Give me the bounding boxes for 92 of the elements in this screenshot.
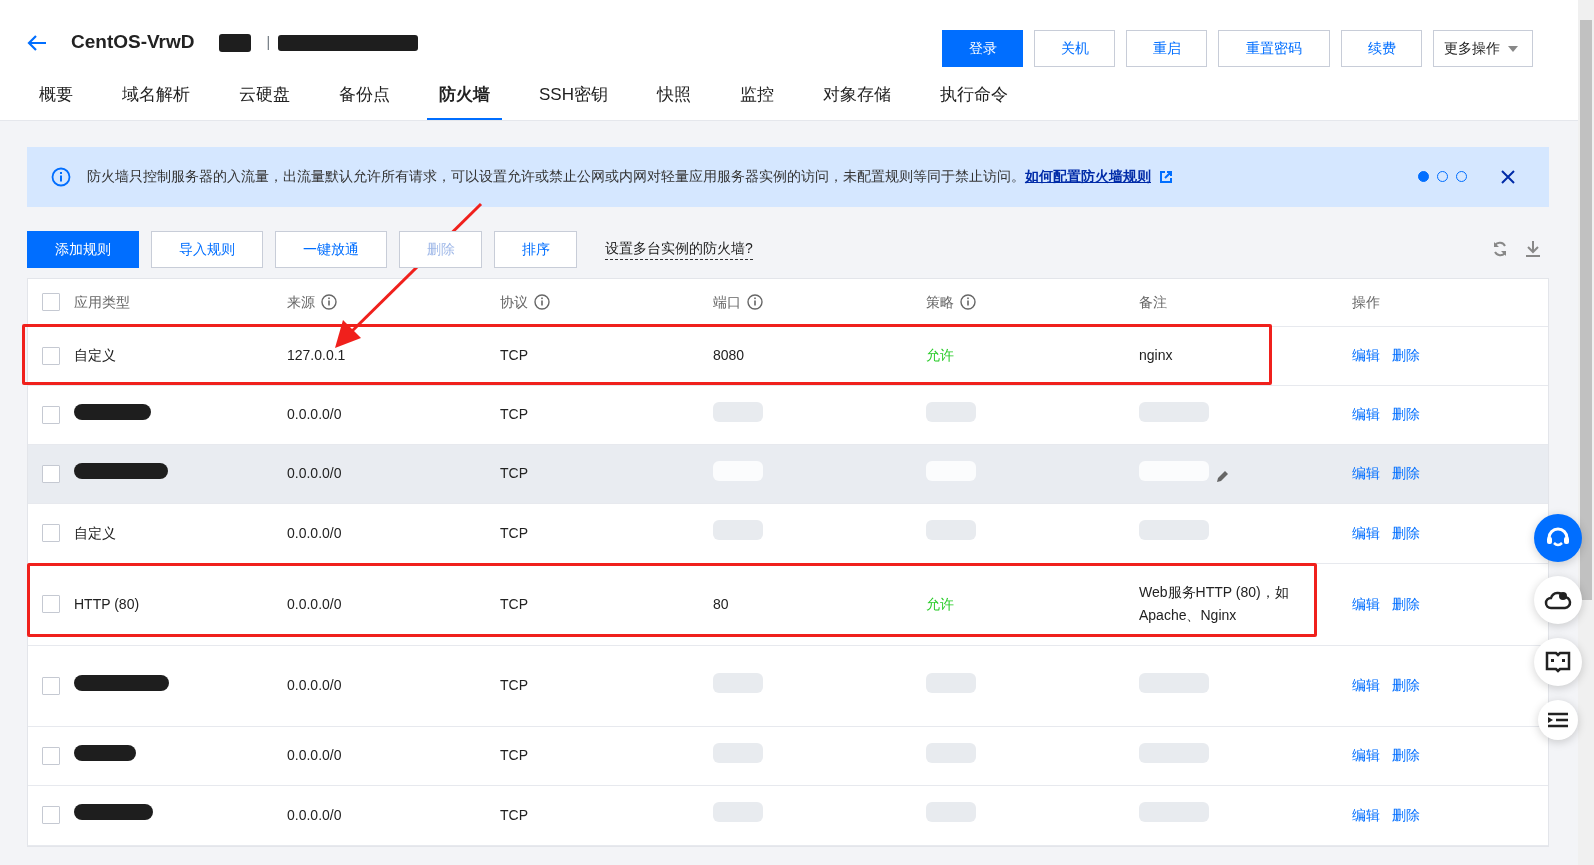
column-header: 应用类型 [74, 293, 130, 310]
source-address: 0.0.0.0/0 [287, 806, 342, 823]
action-link[interactable]: 删除 [1392, 406, 1420, 422]
rule-type: 自定义 [74, 347, 116, 363]
protocol: TCP [500, 524, 528, 541]
row-checkbox[interactable] [42, 464, 60, 483]
help-link[interactable]: 如何配置防火墙规则 [1025, 166, 1151, 187]
row-checkbox[interactable] [42, 806, 60, 824]
tab[interactable]: 对象存储 [810, 82, 903, 120]
action-link[interactable]: 删除 [1392, 747, 1420, 763]
header-button[interactable]: 登录 [942, 30, 1023, 67]
action-link[interactable]: 编辑 [1352, 524, 1380, 541]
column-header: 来源 [287, 293, 315, 310]
port: 8080 [713, 347, 745, 363]
row-checkbox[interactable] [42, 676, 60, 695]
column-header: 操作 [1352, 293, 1380, 310]
server-title: CentOS-VrwD [71, 30, 195, 55]
column-header: 策略 [926, 293, 954, 310]
external-link-icon[interactable] [1159, 169, 1173, 184]
rule-type: HTTP (80) [74, 595, 140, 612]
toolbar-button[interactable]: 导入规则 [151, 230, 263, 268]
port: 80 [713, 595, 729, 612]
source-address: 0.0.0.0/0 [287, 524, 342, 541]
source-address: 0.0.0.0/0 [287, 465, 342, 481]
tab[interactable]: 概要 [27, 82, 85, 120]
action-link[interactable]: 删除 [1392, 595, 1420, 612]
tab[interactable]: SSH密钥 [527, 82, 620, 120]
download-icon[interactable] [1525, 240, 1541, 258]
tab[interactable]: 监控 [727, 82, 786, 120]
action-link[interactable]: 编辑 [1352, 806, 1380, 823]
tab[interactable]: 防火墙 [427, 82, 502, 120]
action-link[interactable]: 编辑 [1352, 406, 1380, 422]
protocol: TCP [500, 677, 528, 693]
action-link[interactable]: 删除 [1392, 806, 1420, 823]
protocol: TCP [500, 595, 528, 612]
column-header: 端口 [713, 293, 741, 310]
header-button[interactable]: 重启 [1126, 30, 1207, 67]
separator: | [266, 33, 271, 52]
tab[interactable]: 备份点 [327, 82, 402, 120]
action-link[interactable]: 删除 [1392, 677, 1420, 693]
row-checkbox[interactable] [42, 595, 60, 613]
row-checkbox[interactable] [42, 346, 60, 365]
action-link[interactable]: 编辑 [1352, 677, 1380, 693]
action-link[interactable]: 编辑 [1352, 595, 1380, 612]
column-header: 备注 [1139, 293, 1167, 310]
protocol: TCP [500, 747, 528, 763]
note: Web服务HTTP (80)，如Apache、Nginx [1139, 583, 1290, 625]
refresh-icon[interactable] [1491, 240, 1509, 258]
source-address: 0.0.0.0/0 [287, 595, 342, 612]
source-address: 0.0.0.0/0 [287, 406, 342, 422]
row-checkbox[interactable] [42, 405, 60, 424]
row-checkbox[interactable] [42, 746, 60, 765]
protocol: TCP [500, 465, 528, 481]
action-link[interactable]: 编辑 [1352, 747, 1380, 763]
action-link[interactable]: 删除 [1392, 465, 1420, 481]
header-button[interactable]: 重置密码 [1218, 30, 1330, 67]
column-header: 协议 [500, 293, 528, 310]
protocol: TCP [500, 347, 528, 363]
header-button[interactable]: 关机 [1034, 30, 1115, 67]
policy: 允许 [926, 347, 954, 363]
source-address: 0.0.0.0/0 [287, 747, 342, 763]
caret-icon [1508, 45, 1518, 52]
close-icon[interactable] [1501, 169, 1515, 184]
action-link[interactable]: 编辑 [1352, 347, 1380, 363]
source-address: 127.0.0.1 [287, 347, 346, 363]
tab[interactable]: 快照 [644, 82, 703, 120]
edit-icon[interactable] [1215, 469, 1229, 484]
toolbar-button[interactable]: 一键放通 [275, 230, 387, 268]
pager-dot[interactable] [1418, 171, 1429, 182]
action-link[interactable]: 编辑 [1352, 465, 1380, 481]
back-arrow-icon[interactable] [27, 33, 47, 52]
toolbar-button[interactable]: 添加规则 [27, 230, 139, 268]
indent-list-button[interactable] [1538, 700, 1578, 740]
header-button[interactable]: 续费 [1341, 30, 1422, 67]
notice-text: 防火墙只控制服务器的入流量，出流量默认允许所有请求，可以设置允许或禁止公网或内网对轻量应用服务器实例的访问，未配置规则等同于禁止访问。 [87, 167, 1025, 186]
tab[interactable]: 云硬盘 [227, 82, 302, 120]
more-actions-dropdown[interactable]: 更多操作 [1433, 30, 1533, 67]
note: nginx [1139, 346, 1174, 365]
source-address: 0.0.0.0/0 [287, 677, 342, 693]
tab[interactable]: 域名解析 [110, 82, 202, 120]
policy: 允许 [926, 595, 954, 612]
info-icon [51, 166, 71, 187]
protocol: TCP [500, 806, 528, 823]
action-link[interactable]: 删除 [1392, 524, 1420, 541]
protocol: TCP [500, 406, 528, 422]
tab[interactable]: 执行命令 [927, 82, 1020, 120]
action-link[interactable]: 删除 [1392, 347, 1420, 363]
help-link[interactable]: 设置多台实例的防火墙? [605, 238, 753, 260]
toolbar-button[interactable]: 排序 [494, 230, 577, 268]
rule-type: 自定义 [74, 524, 116, 541]
row-checkbox[interactable] [42, 524, 60, 542]
select-all-checkbox[interactable] [42, 293, 60, 311]
